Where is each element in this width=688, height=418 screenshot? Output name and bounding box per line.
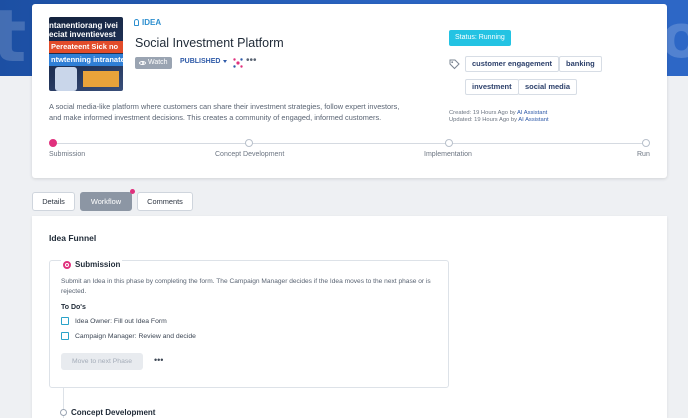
page-title: Social Investment Platform <box>135 36 284 50</box>
funnel-title: Idea Funnel <box>49 233 97 243</box>
thumbnail-text-line3: Pereateent Sick no <box>49 41 123 53</box>
idea-thumbnail[interactable]: ntanentiorang ivei eciat inventievest Pe… <box>49 17 123 91</box>
active-phase-icon <box>63 260 71 269</box>
inactive-phase-icon <box>60 409 67 416</box>
next-phase-name: Concept Development <box>71 408 156 417</box>
move-to-next-phase-button[interactable]: Move to next Phase <box>61 353 143 370</box>
step-dot-submission[interactable] <box>49 139 57 147</box>
watch-button[interactable]: Watch <box>135 57 172 69</box>
idea-type-text: IDEA <box>142 18 162 27</box>
tab-details[interactable]: Details <box>32 192 75 211</box>
idea-header-card: ntanentiorang ivei eciat inventievest Pe… <box>32 4 667 178</box>
todo-checkbox[interactable] <box>61 317 69 325</box>
step-label-submission: Submission <box>49 151 86 158</box>
thumbnail-text-line4: ntwtenning intranate <box>49 54 123 66</box>
step-label-run: Run <box>637 151 650 158</box>
idea-description: A social media-like platform where custo… <box>49 102 400 122</box>
share-hub-icon[interactable] <box>233 58 243 68</box>
created-meta: Created: 19 Hours Ago by AI Assistant <box>449 110 547 116</box>
tag-icon <box>449 59 460 70</box>
tag-banking[interactable]: banking <box>559 56 602 72</box>
lightbulb-icon <box>134 19 139 26</box>
idea-type-label: IDEA <box>134 18 161 27</box>
thumbnail-panel-shape <box>83 71 119 87</box>
phase-more-options-button[interactable]: ••• <box>154 355 163 365</box>
step-dot-run[interactable] <box>642 139 650 147</box>
eye-icon <box>139 61 146 65</box>
tag-investment[interactable]: investment <box>465 79 519 95</box>
more-options-button[interactable]: ••• <box>246 55 257 66</box>
workflow-notification-dot <box>130 189 135 194</box>
banner-ghost-text-left: t <box>0 0 27 76</box>
step-label-concept-development: Concept Development <box>215 151 285 158</box>
todo-item[interactable]: Campaign Manager: Review and decide <box>61 332 196 340</box>
tab-workflow[interactable]: Workflow <box>80 192 132 211</box>
step-label-implementation: Implementation <box>424 151 472 158</box>
updated-author-link[interactable]: AI Assistant <box>518 117 548 123</box>
todo-title: To Do's <box>61 304 86 311</box>
tag-customer-engagement[interactable]: customer engagement <box>465 56 560 72</box>
todo-label: Idea Owner: Fill out Idea Form <box>75 317 167 325</box>
phase-header: Submission <box>61 260 123 269</box>
progress-track <box>53 143 646 144</box>
thumbnail-text-line2: eciat inventievest <box>49 30 116 39</box>
workflow-panel: Idea Funnel Submission Submit an Idea in… <box>32 216 667 418</box>
todo-checkbox[interactable] <box>61 332 69 340</box>
tag-social-media[interactable]: social media <box>518 79 578 95</box>
publish-status-dropdown[interactable]: PUBLISHED <box>180 58 228 65</box>
chevron-down-icon <box>223 60 228 63</box>
phase-description: Submit an Idea in this phase by completi… <box>61 278 431 295</box>
updated-prefix: Updated: 19 Hours Ago by <box>449 117 519 123</box>
step-dot-concept-development[interactable] <box>245 139 253 147</box>
watch-label: Watch <box>148 59 168 66</box>
thumbnail-phone-shape <box>55 67 77 91</box>
todo-label: Campaign Manager: Review and decide <box>75 332 196 340</box>
phase-name: Submission <box>75 260 121 269</box>
step-dot-implementation[interactable] <box>445 139 453 147</box>
publish-status-label: PUBLISHED <box>180 58 221 65</box>
created-author-link[interactable]: AI Assistant <box>517 110 547 116</box>
tab-comments[interactable]: Comments <box>137 192 193 211</box>
phase-card-submission: Submission Submit an Idea in this phase … <box>49 260 449 388</box>
phase-item-concept-development[interactable]: Concept Development <box>60 408 155 417</box>
status-badge: Status: Running <box>449 30 511 46</box>
todo-item[interactable]: Idea Owner: Fill out Idea Form <box>61 317 167 325</box>
updated-meta: Updated: 19 Hours Ago by AI Assistant <box>449 117 549 123</box>
created-prefix: Created: 19 Hours Ago by <box>449 110 517 116</box>
